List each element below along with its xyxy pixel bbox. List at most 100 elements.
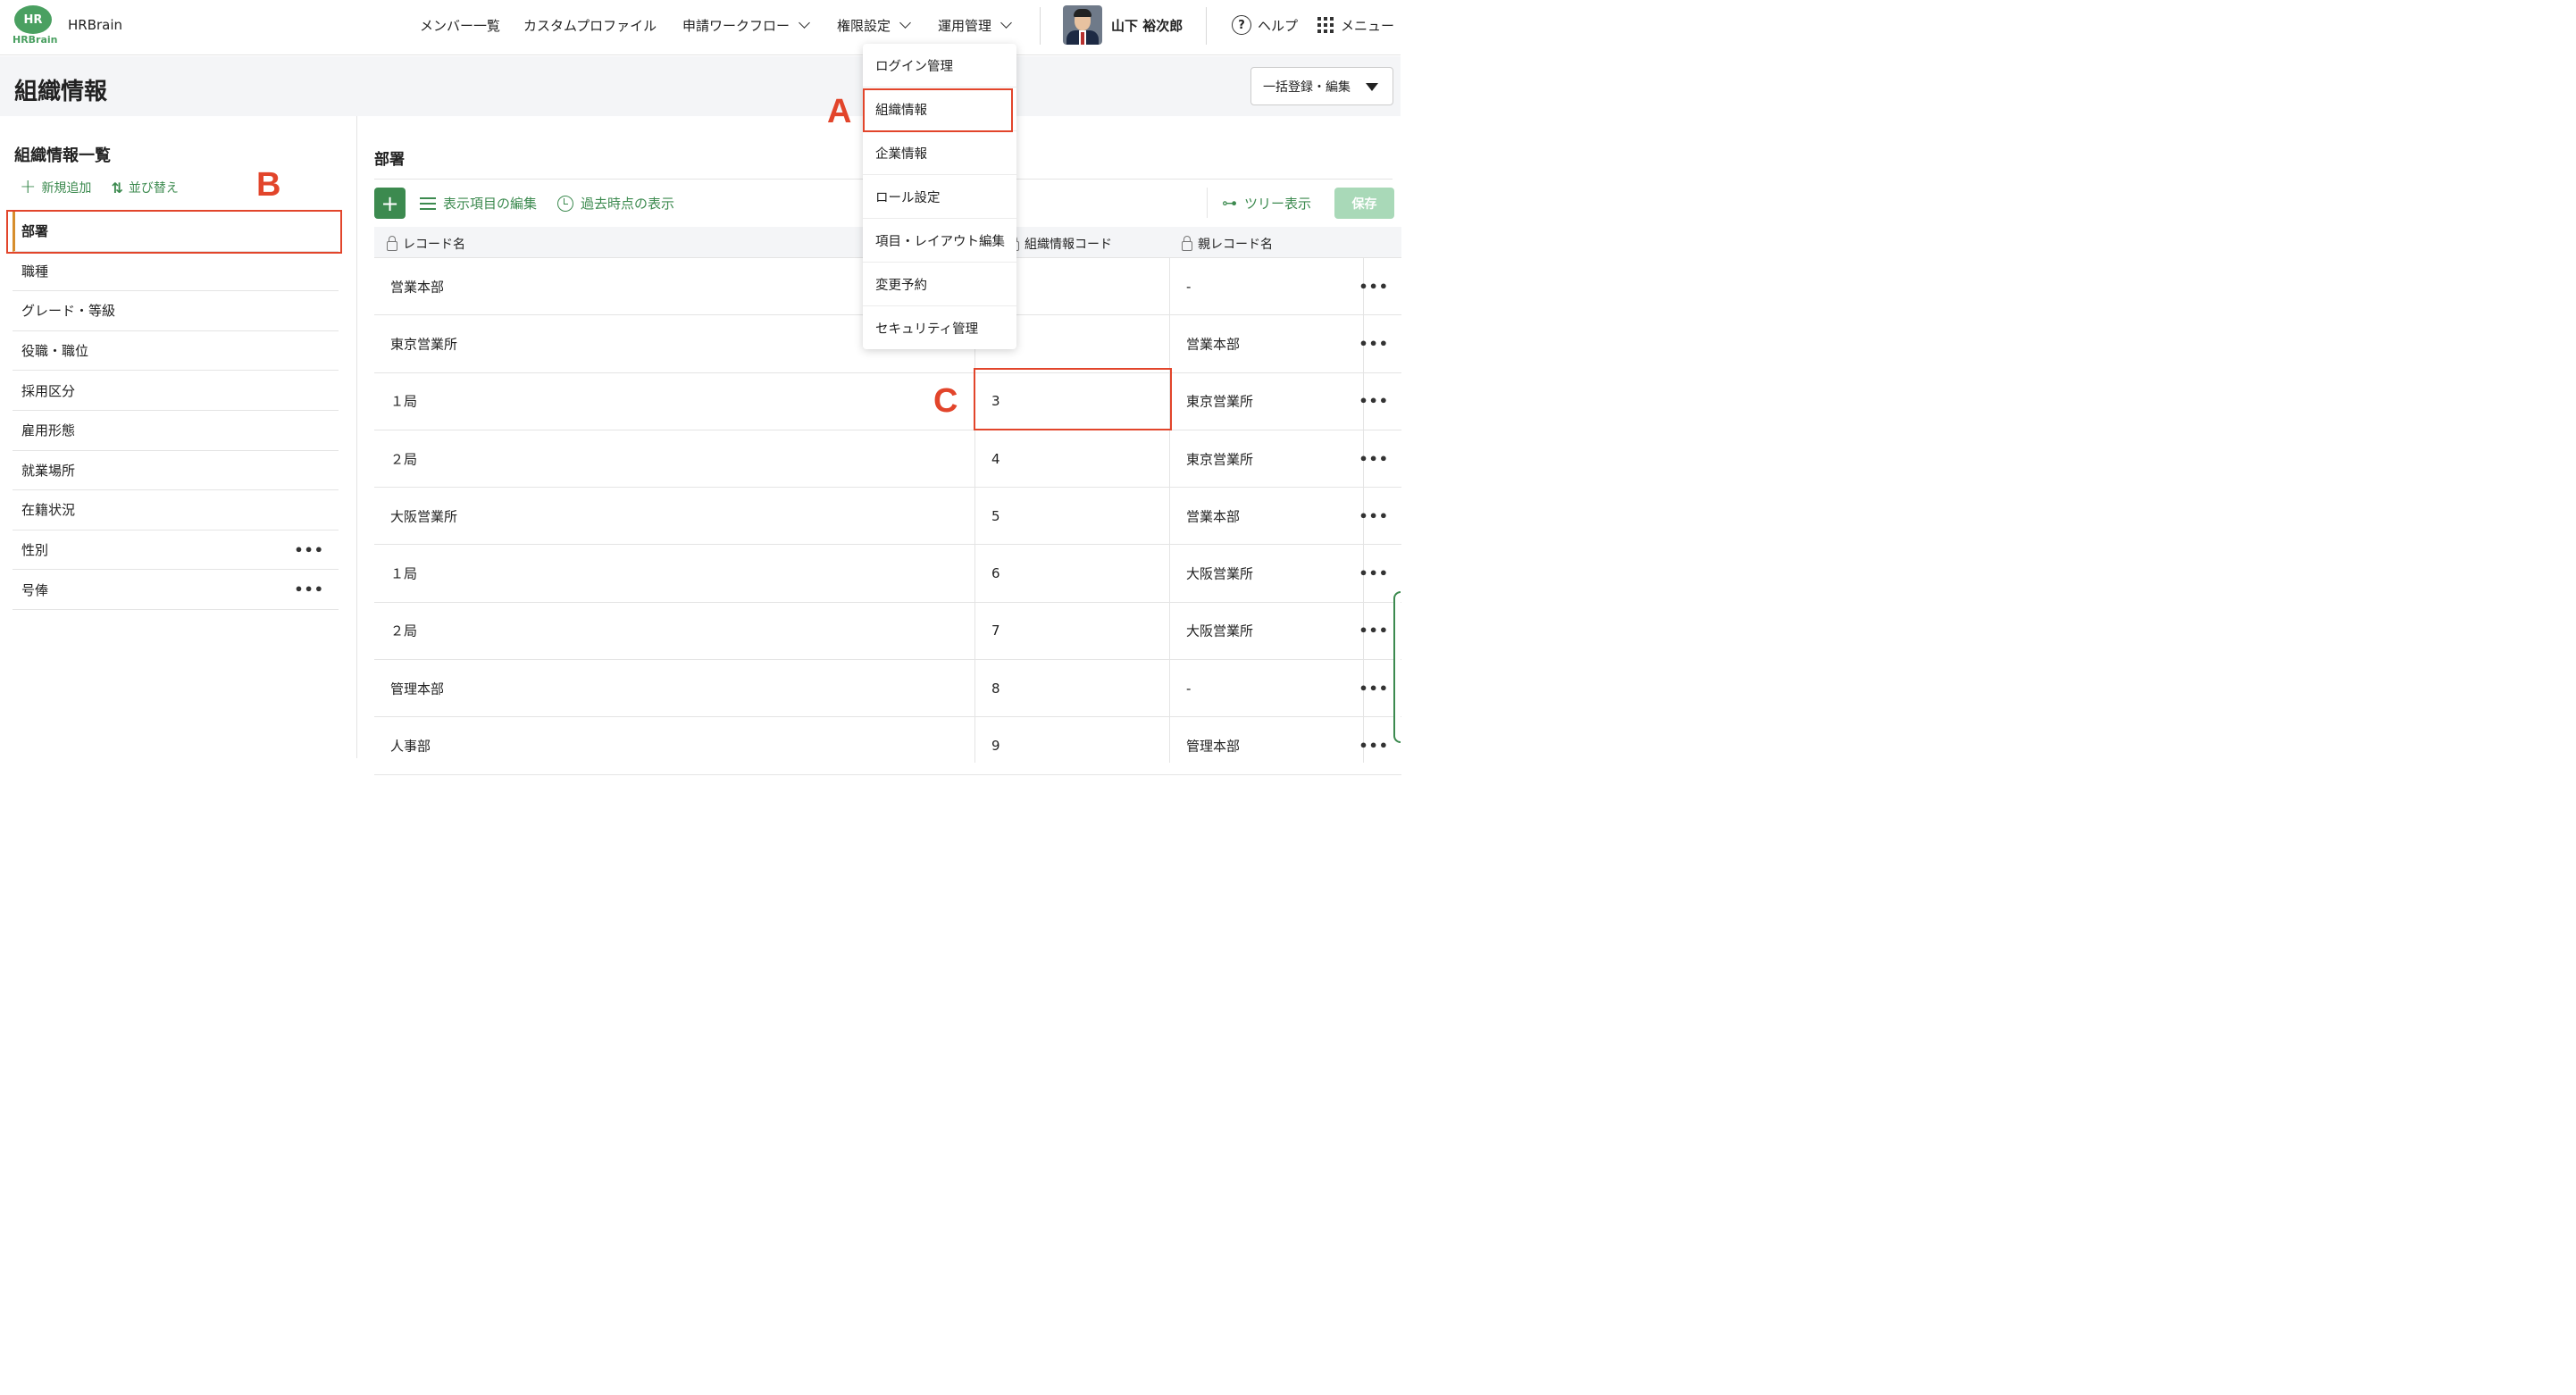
column-header-record-name[interactable]: レコード名 (387, 235, 465, 253)
more-icon[interactable]: ••• (1359, 278, 1389, 295)
category-item-label: 在籍状況 (21, 502, 76, 519)
more-icon[interactable]: ••• (1359, 507, 1389, 524)
category-item[interactable]: 性別 ••• (13, 530, 339, 571)
more-icon[interactable]: ••• (1359, 450, 1389, 467)
table-row[interactable]: ２局 7 大阪営業所 ••• (374, 603, 1401, 661)
category-item[interactable]: 職種 (13, 252, 339, 292)
annotation-box-a (863, 88, 1013, 132)
more-icon[interactable]: ••• (1359, 335, 1389, 352)
user-name[interactable]: 山下 裕次郎 (1111, 16, 1183, 35)
table-row[interactable]: 人事部 9 管理本部 ••• (374, 717, 1401, 775)
category-item[interactable]: 採用区分 (13, 371, 339, 411)
tree-view-button[interactable]: ⊶ ツリー表示 (1222, 194, 1311, 213)
category-item-label: 雇用形態 (21, 422, 76, 439)
past-view-button[interactable]: 過去時点の表示 (557, 194, 674, 213)
grid-icon[interactable] (1317, 17, 1334, 33)
lock-icon (1182, 235, 1192, 251)
annotation-box-b (6, 210, 342, 254)
cell-record-name: １局 (390, 565, 418, 582)
category-item[interactable]: 就業場所 (13, 451, 339, 491)
category-item-label: 職種 (21, 263, 49, 280)
left-panel-actions: + 新規追加 ⇅ 並び替え (20, 178, 179, 197)
menu-item-company-info[interactable]: 企業情報 (863, 131, 1016, 175)
add-record-button[interactable]: + (374, 188, 406, 219)
plus-icon: + (381, 190, 399, 216)
past-view-label: 過去時点の表示 (581, 196, 675, 212)
nav-workflow-label: 申請ワークフロー (682, 18, 790, 34)
nav-permissions[interactable]: 権限設定 (837, 16, 911, 35)
cell-code[interactable]: 7 (991, 622, 1000, 639)
sort-button[interactable]: ⇅ 並び替え (111, 179, 178, 196)
add-new-button[interactable]: + 新規追加 (20, 178, 91, 197)
lock-icon (387, 235, 397, 251)
menu-item-login-management[interactable]: ログイン管理 (863, 44, 1016, 88)
nav-custom-profile[interactable]: カスタムプロファイル (523, 16, 657, 35)
annotation-label-c: C (933, 382, 958, 420)
cell-record-name: 営業本部 (390, 279, 445, 296)
side-panel-tab[interactable] (1393, 591, 1401, 743)
annotation-label-b: B (256, 166, 281, 204)
nav-operations[interactable]: 運用管理 (938, 16, 1012, 35)
category-item[interactable]: 役職・職位 (13, 331, 339, 372)
annotation-label-a: A (827, 93, 852, 130)
sort-label: 並び替え (128, 181, 179, 196)
category-item-label: 就業場所 (21, 462, 76, 479)
table-row[interactable]: 管理本部 8 - ••• (374, 660, 1401, 718)
more-icon[interactable]: ••• (1359, 565, 1389, 582)
avatar[interactable] (1063, 5, 1102, 45)
edit-columns-button[interactable]: 表示項目の編集 (420, 194, 537, 213)
column-header-code[interactable]: 組織情報コード (1008, 235, 1112, 253)
category-item-label: 役職・職位 (21, 343, 89, 360)
annotation-box-c (974, 368, 1172, 430)
nav-members[interactable]: メンバー一覧 (420, 16, 500, 35)
app-name: HRBrain (68, 17, 123, 33)
list-icon (420, 196, 436, 211)
category-item[interactable]: グレード・等級 (13, 291, 339, 331)
menu-item-field-layout-edit[interactable]: 項目・レイアウト編集 (863, 219, 1016, 263)
cell-code[interactable]: 5 (991, 508, 1000, 524)
menu-item-security-management[interactable]: セキュリティ管理 (863, 306, 1016, 350)
cell-code[interactable]: 6 (991, 565, 1000, 581)
menu-item-scheduled-changes[interactable]: 変更予約 (863, 263, 1016, 306)
more-icon[interactable]: ••• (294, 581, 324, 598)
column-header-parent[interactable]: 親レコード名 (1182, 235, 1273, 253)
table-row[interactable]: １局 3 東京営業所 ••• (374, 373, 1401, 430)
help-icon[interactable]: ? (1232, 15, 1251, 35)
more-icon[interactable]: ••• (1359, 680, 1389, 697)
table-row[interactable]: 大阪営業所 5 営業本部 ••• (374, 488, 1401, 546)
cell-code[interactable]: 9 (991, 738, 1000, 754)
header-divider (1206, 7, 1207, 45)
category-item[interactable]: 号俸 ••• (13, 570, 339, 610)
chevron-down-icon (799, 17, 810, 29)
cell-record-name: 大阪営業所 (390, 508, 458, 525)
cell-parent: - (1186, 680, 1192, 697)
more-icon[interactable]: ••• (1359, 738, 1389, 755)
logo-word: HRBrain (13, 34, 58, 46)
category-item[interactable]: 在籍状況 (13, 490, 339, 530)
column-header-label: レコード名 (403, 238, 465, 252)
help-link[interactable]: ヘルプ (1258, 16, 1298, 35)
cell-parent: 大阪営業所 (1186, 565, 1254, 582)
edit-columns-label: 表示項目の編集 (443, 196, 538, 212)
menu-item-role-settings[interactable]: ロール設定 (863, 175, 1016, 219)
nav-workflow[interactable]: 申請ワークフロー (682, 16, 810, 35)
menu-link[interactable]: メニュー (1341, 16, 1394, 35)
category-item[interactable]: 雇用形態 (13, 411, 339, 451)
hrbrain-logo[interactable]: HR HRBrain (13, 5, 58, 46)
toolbar-divider (1207, 188, 1208, 218)
cell-record-name: ２局 (390, 622, 418, 639)
cell-code[interactable]: 4 (991, 451, 1000, 467)
tree-view-label: ツリー表示 (1244, 196, 1312, 212)
table-row[interactable]: ２局 4 東京営業所 ••• (374, 430, 1401, 489)
cell-code[interactable]: 8 (991, 681, 1000, 697)
nav-operations-label: 運用管理 (938, 18, 992, 34)
save-button[interactable]: 保存 (1334, 188, 1394, 219)
cell-parent: 営業本部 (1186, 336, 1241, 353)
more-icon[interactable]: ••• (294, 541, 324, 558)
cell-record-name: ２局 (390, 451, 418, 468)
more-icon[interactable]: ••• (1359, 622, 1389, 639)
table-row[interactable]: １局 6 大阪営業所 ••• (374, 545, 1401, 603)
bulk-edit-button[interactable]: 一括登録・編集 (1250, 67, 1393, 105)
more-icon[interactable]: ••• (1359, 393, 1389, 410)
category-item-label: 採用区分 (21, 382, 76, 399)
